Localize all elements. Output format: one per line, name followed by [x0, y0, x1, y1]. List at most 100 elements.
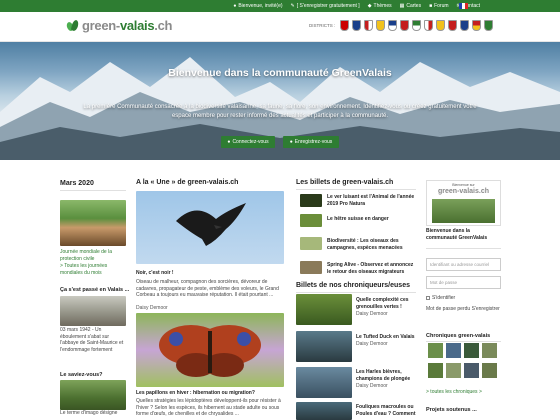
month-item-text[interactable]: Journée mondiale de la protection civile: [60, 249, 126, 262]
district-shield-icon[interactable]: [472, 20, 482, 31]
district-shield-icon[interactable]: [436, 20, 446, 31]
promo-card-top: Bienvenue sur: [452, 183, 475, 187]
promo-card-brand: green-valais.ch: [438, 188, 489, 195]
district-shield-icon[interactable]: [388, 20, 398, 31]
login-submit-label[interactable]: S'identifier: [432, 295, 501, 302]
register-top-link[interactable]: ✎[ S'enregistrer gratuitement ]: [291, 3, 360, 9]
login-button-label: Connectez-vous: [232, 139, 269, 145]
coot-image[interactable]: [296, 402, 352, 420]
district-shield-icon[interactable]: [364, 20, 374, 31]
login-button[interactable]: ● Connectez-vous: [221, 136, 275, 148]
register-button[interactable]: ● Enregistrez-vous: [283, 136, 339, 148]
user-icon: ●: [233, 3, 237, 9]
chronicle-thumb[interactable]: [446, 363, 461, 378]
know-title: Le saviez-vous?: [60, 372, 103, 378]
column-title[interactable]: Les Harles bièvres, champions de plongée: [356, 369, 418, 382]
site-header: green-valais.ch DISTRICTS :: [0, 12, 560, 42]
butterfly-icon: [159, 325, 261, 377]
promo-card[interactable]: Bienvenue sur green-valais.ch: [426, 180, 501, 226]
chronicle-thumb[interactable]: [464, 363, 479, 378]
know-text: Le terme d'imago désigne: [60, 410, 118, 416]
welcome-link[interactable]: ● Bienvenue, invité(e): [233, 3, 282, 9]
raven-icon: [176, 203, 246, 246]
district-shield-icon[interactable]: [400, 20, 410, 31]
user-plus-icon: ●: [289, 139, 293, 145]
divider: [296, 292, 416, 293]
chronicle-thumb[interactable]: [464, 343, 479, 358]
blog-item-title[interactable]: Biodiversité : Les oiseaux des campagnes…: [327, 238, 417, 251]
register-button-label: Enregistrez-vous: [294, 139, 333, 145]
site-logo[interactable]: green-valais.ch: [65, 18, 172, 33]
language-flag-fr[interactable]: [459, 3, 468, 9]
all-chronicles-link[interactable]: > toutes les chroniques >: [426, 389, 501, 396]
forum-icon: ■: [429, 3, 433, 9]
abbey-image[interactable]: [60, 296, 126, 326]
article1-author[interactable]: Daisy Demoor: [136, 305, 168, 311]
forum-link[interactable]: ■ Forum: [429, 3, 448, 9]
blog-item-title[interactable]: Le ver luisant est l'Animal de l'année 2…: [327, 194, 417, 207]
login-password-input[interactable]: Mot de passe: [426, 276, 501, 289]
column-author[interactable]: Daisy Demoor: [356, 383, 388, 389]
butterfly-image[interactable]: [136, 313, 284, 387]
article1-title[interactable]: Noir, c'est noir !: [136, 270, 284, 277]
district-shield-icon[interactable]: [484, 20, 494, 31]
column-title[interactable]: Fouliques macroules ou Poules d'eau ? Co…: [356, 404, 418, 417]
blog-item-title[interactable]: Le hêtre suisse en danger: [327, 216, 417, 223]
article2-title[interactable]: Les papillons en hiver : hibernation ou …: [136, 390, 284, 397]
column-title[interactable]: Quelle complexité ces grenouilles vertes…: [356, 297, 418, 310]
district-shield-icon[interactable]: [352, 20, 362, 31]
blog-item-image[interactable]: [300, 194, 322, 207]
forum-label: Forum: [434, 3, 449, 9]
month-title: Mars 2020: [60, 180, 94, 187]
district-shield-icon[interactable]: [376, 20, 386, 31]
district-shield-icon[interactable]: [340, 20, 350, 31]
mountain-landscape-image: [0, 57, 560, 160]
duck-image[interactable]: [296, 331, 352, 362]
raven-image[interactable]: [136, 191, 284, 264]
top-links: ● Bienvenue, invité(e) ✎[ S'enregistrer g…: [233, 0, 480, 12]
article1-text: Oiseau de malheur, compagnon des sorcièr…: [136, 279, 279, 298]
districts-label: DISTRICTS :: [309, 23, 336, 28]
column-author[interactable]: Daisy Demoor: [356, 341, 388, 347]
blog-item-title[interactable]: Spring Alive - Observez et annoncez le r…: [327, 262, 417, 275]
center-title: A la « Une » de green-valais.ch: [136, 179, 239, 186]
hero-title: Bienvenue dans la communauté GreenValais: [168, 67, 392, 79]
chronicles-title: Chroniques green-valais: [426, 333, 491, 339]
hero-banner: [0, 42, 560, 160]
chronicle-thumb[interactable]: [482, 343, 497, 358]
user-icon: ●: [227, 139, 231, 145]
district-shield-icon[interactable]: [460, 20, 470, 31]
all-days-link[interactable]: > Toutes les journées mondiales du mois: [60, 263, 126, 276]
remember-checkbox[interactable]: [426, 296, 430, 300]
blog-item-image[interactable]: [300, 237, 322, 250]
blog-item-image[interactable]: [300, 214, 322, 227]
promo-caption: Bienvenue dans la communauté GreenValais: [426, 228, 488, 241]
chronicle-thumb[interactable]: [428, 343, 443, 358]
insect-image[interactable]: [60, 380, 126, 410]
chronicle-thumb[interactable]: [446, 343, 461, 358]
divider: [60, 190, 126, 191]
merganser-image[interactable]: [296, 367, 352, 398]
forgot-password-link[interactable]: Mot de passe perdu S'enregistrer: [426, 306, 501, 313]
top-utility-bar: ● Bienvenue, invité(e) ✎[ S'enregistrer g…: [0, 0, 560, 12]
themes-link[interactable]: ◆ Thèmes: [368, 3, 392, 9]
district-shield-icon[interactable]: [448, 20, 458, 31]
column-author[interactable]: Daisy Demoor: [356, 311, 388, 317]
blog-title: Les billets de green-valais.ch: [296, 179, 394, 186]
frog-image[interactable]: [296, 294, 352, 325]
themes-icon: ◆: [367, 3, 372, 9]
divider: [426, 248, 501, 249]
blog-item-image[interactable]: [300, 261, 322, 274]
protection-civile-image[interactable]: [60, 200, 126, 246]
district-shield-icon[interactable]: [424, 20, 434, 31]
hero-description: La première Communauté consacrée à la bi…: [83, 104, 477, 119]
chronicle-thumb[interactable]: [428, 363, 443, 378]
maps-link[interactable]: ▦ Cartes: [400, 3, 421, 9]
login-username-input[interactable]: Identifiant ou adresse courriel: [426, 258, 501, 271]
column-title[interactable]: Le Tufted Duck en Valais: [356, 334, 418, 341]
projects-title: Projets soutenus ...: [426, 407, 477, 413]
district-shield-icon[interactable]: [412, 20, 422, 31]
maps-label: Cartes: [406, 3, 422, 9]
chronicle-thumb[interactable]: [482, 363, 497, 378]
columns-title: Billets de nos chroniqueurs/euses: [296, 282, 410, 289]
